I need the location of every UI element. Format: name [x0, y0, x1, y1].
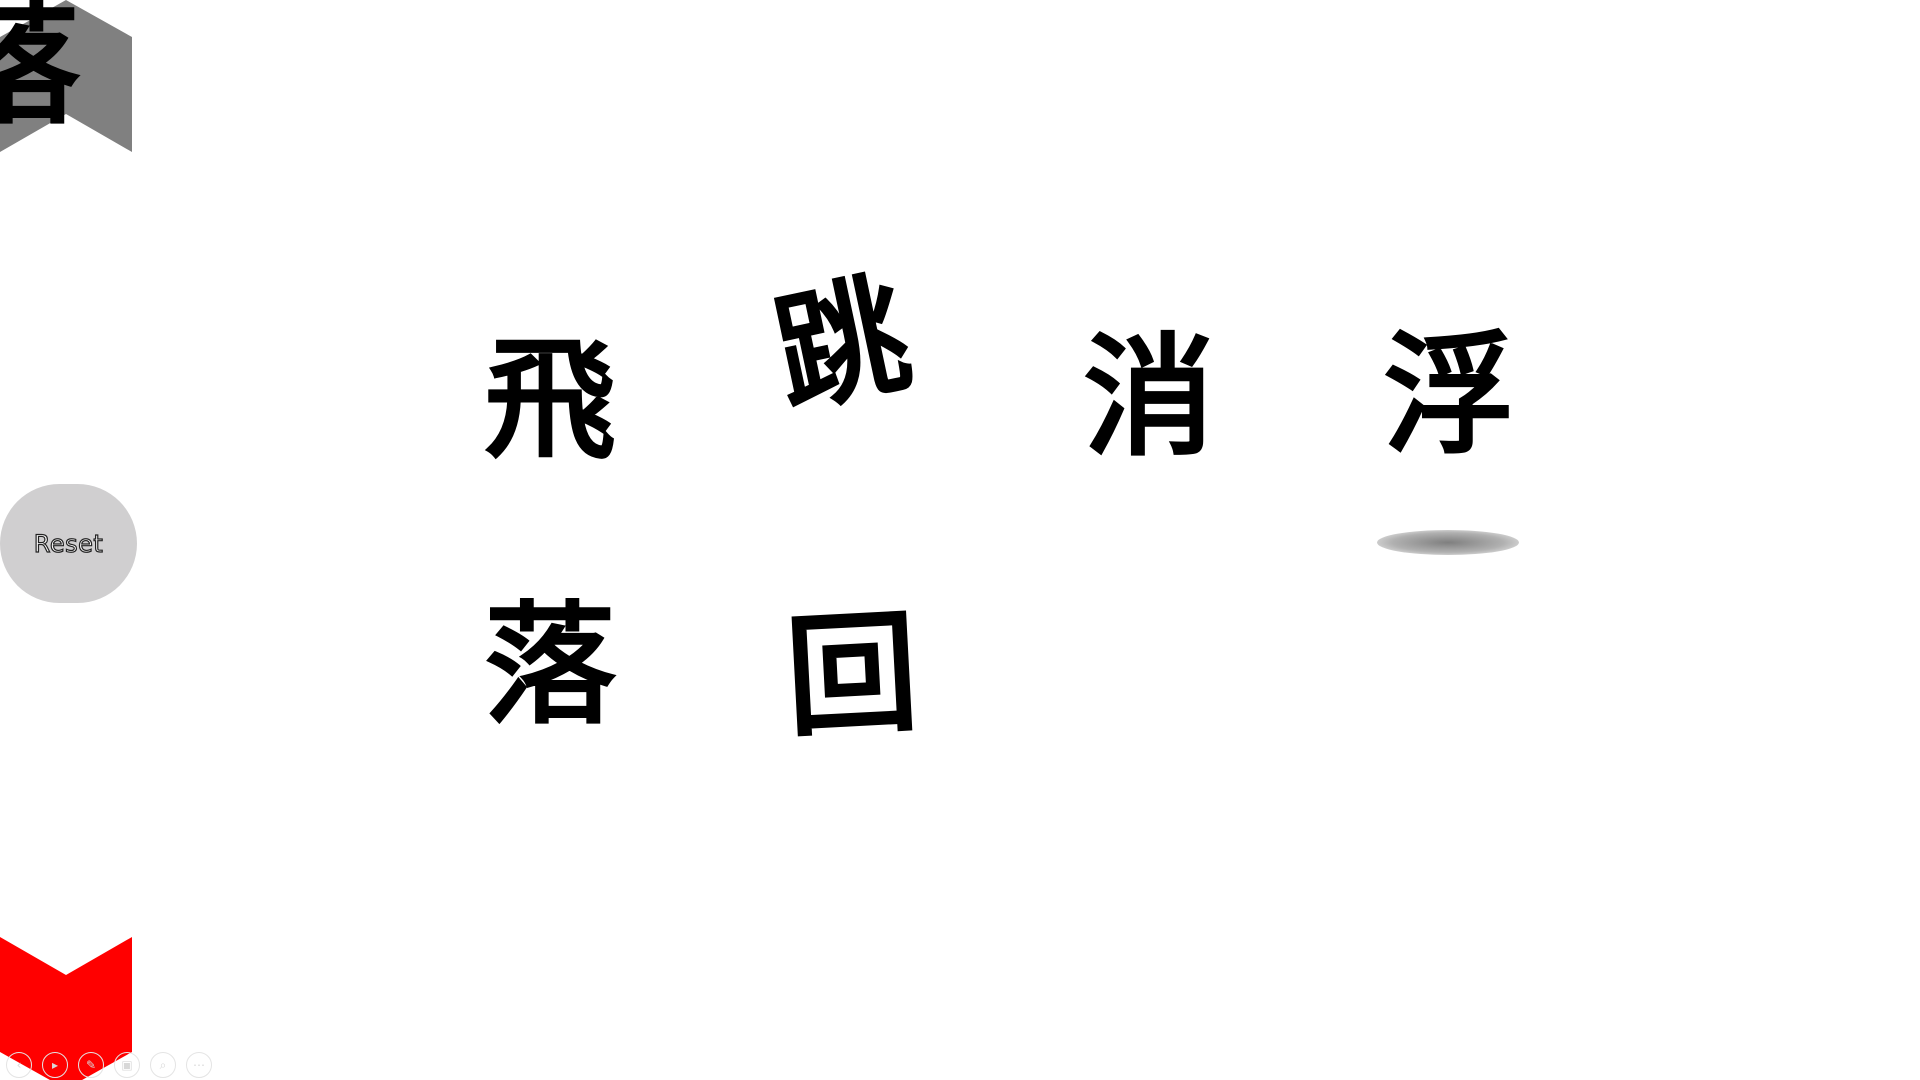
character-return[interactable]: 回	[782, 596, 922, 757]
slide-canvas: Reset 飛 跳 消 浮 落 回 落 ‹ ▸ ✎ ▣ ⌕ ⋯	[0, 0, 1920, 1080]
previous-icon[interactable]: ‹	[6, 1052, 32, 1078]
character-fly[interactable]: 飛	[484, 335, 616, 467]
pen-icon[interactable]: ✎	[78, 1052, 104, 1078]
reset-button[interactable]: Reset	[0, 484, 137, 603]
zoom-icon[interactable]: ⌕	[150, 1052, 176, 1078]
character-partial-glyph: 落	[0, 0, 80, 143]
character-vanish[interactable]: 消	[1083, 332, 1215, 464]
character-float[interactable]: 浮	[1383, 330, 1515, 462]
presentation-toolbar: ‹ ▸ ✎ ▣ ⌕ ⋯	[6, 1052, 212, 1078]
slides-icon[interactable]: ▣	[114, 1052, 140, 1078]
character-fall[interactable]: 落	[484, 600, 616, 732]
reset-button-label: Reset	[33, 529, 104, 558]
more-icon[interactable]: ⋯	[186, 1052, 212, 1078]
character-partial-reveal[interactable]: 落	[0, 0, 80, 143]
float-shadow	[1377, 530, 1519, 555]
play-icon[interactable]: ▸	[42, 1052, 68, 1078]
character-jump[interactable]: 跳	[761, 257, 922, 435]
